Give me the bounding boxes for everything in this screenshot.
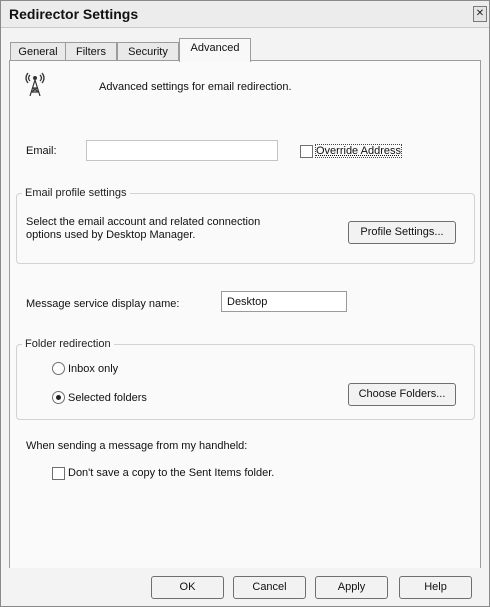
ok-button[interactable]: OK — [151, 576, 224, 599]
choose-folders-button-label: Choose Folders... — [358, 388, 446, 400]
folder-redirection-legend: Folder redirection — [22, 338, 114, 350]
selected-folders-radio[interactable] — [52, 391, 65, 404]
title-bar[interactable]: Redirector Settings ✕ — [1, 1, 489, 28]
window-title: Redirector Settings — [9, 6, 139, 22]
override-address-label[interactable]: Override Address — [315, 144, 402, 158]
tab-advanced[interactable]: Advanced — [179, 38, 251, 62]
dont-save-copy-label[interactable]: Don't save a copy to the Sent Items fold… — [68, 467, 274, 479]
apply-button-label: Apply — [337, 581, 366, 593]
help-button[interactable]: Help — [399, 576, 472, 599]
handheld-heading: When sending a message from my handheld: — [26, 440, 248, 452]
radio-selected-dot — [56, 395, 61, 400]
display-name-label: Message service display name: — [26, 298, 180, 310]
profile-settings-button-label: Profile Settings... — [360, 226, 444, 238]
tab-label: General — [18, 46, 58, 58]
ok-button-label: OK — [179, 581, 196, 593]
tab-filters[interactable]: Filters — [65, 42, 117, 62]
override-address-checkbox[interactable] — [300, 145, 313, 158]
header-description: Advanced settings for email redirection. — [99, 81, 292, 93]
tab-general[interactable]: General — [10, 42, 66, 62]
close-button[interactable]: ✕ — [473, 6, 487, 22]
tab-label: Security — [128, 46, 168, 58]
email-field[interactable] — [86, 140, 278, 161]
tab-security[interactable]: Security — [117, 42, 179, 62]
profile-description-line2: options used by Desktop Manager. — [26, 229, 196, 241]
selected-folders-label[interactable]: Selected folders — [68, 392, 147, 404]
inbox-only-radio[interactable] — [52, 362, 65, 375]
profile-settings-button[interactable]: Profile Settings... — [348, 221, 456, 244]
inbox-only-label[interactable]: Inbox only — [68, 363, 118, 375]
apply-button[interactable]: Apply — [315, 576, 388, 599]
display-name-value: Desktop — [227, 296, 268, 308]
display-name-input[interactable]: Desktop — [221, 291, 347, 312]
email-label: Email: — [26, 145, 57, 157]
help-button-label: Help — [424, 581, 447, 593]
choose-folders-button[interactable]: Choose Folders... — [348, 383, 456, 406]
dialog-footer: OK Cancel Apply Help — [1, 568, 489, 606]
redirector-settings-dialog: Redirector Settings ✕ General Filters Se… — [0, 0, 490, 607]
folder-redirection-group — [16, 344, 475, 420]
tab-label: Advanced — [190, 42, 240, 54]
advanced-tab-panel: Advanced settings for email redirection.… — [9, 60, 481, 569]
wireless-tower-icon — [24, 71, 46, 97]
cancel-button[interactable]: Cancel — [233, 576, 306, 599]
close-icon: ✕ — [475, 8, 485, 19]
cancel-button-label: Cancel — [252, 581, 287, 593]
tab-label: Filters — [76, 46, 106, 58]
profile-description-line1: Select the email account and related con… — [26, 216, 261, 228]
dont-save-copy-checkbox[interactable] — [52, 467, 65, 480]
email-profile-settings-legend: Email profile settings — [22, 187, 130, 199]
